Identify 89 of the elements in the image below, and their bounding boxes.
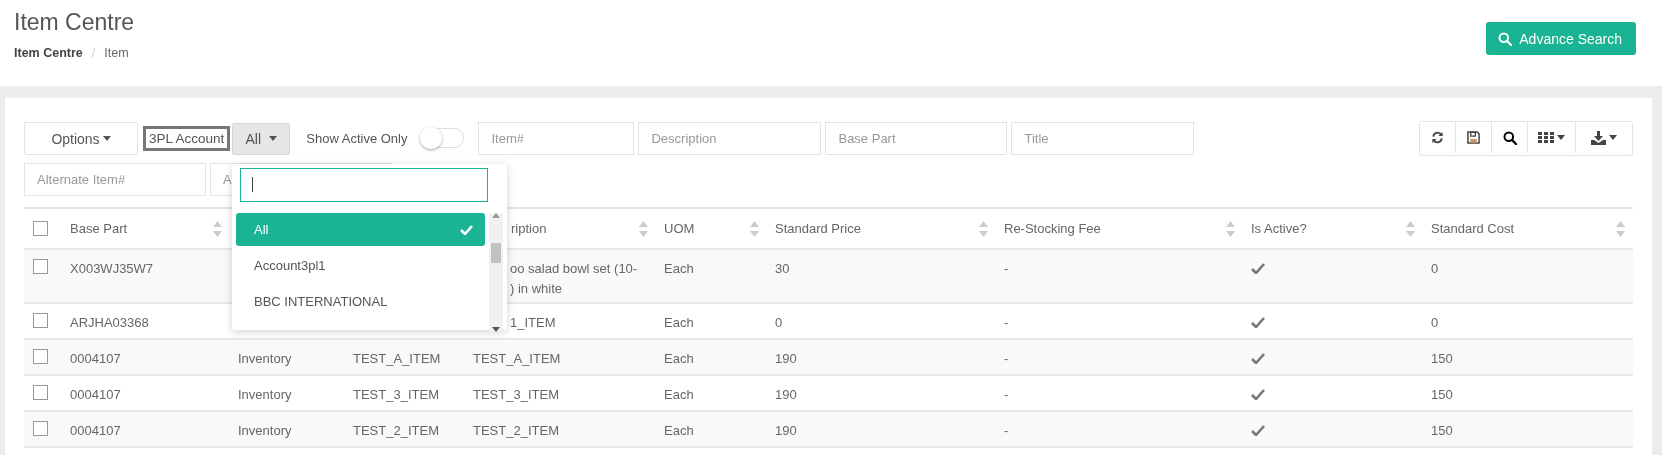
table-cell: - — [1004, 315, 1009, 330]
table-cell: 150 — [1431, 423, 1453, 438]
sort-icon[interactable] — [639, 220, 648, 237]
sort-icon[interactable] — [213, 220, 222, 237]
table-cell: oo salad bowl set (10- ) in white — [510, 261, 638, 296]
check-icon — [460, 224, 473, 235]
sort-icon[interactable] — [1406, 220, 1415, 237]
row-checkbox[interactable] — [33, 313, 48, 328]
export-button[interactable] — [1575, 122, 1632, 153]
table-cell: TEST_A_ITEM — [353, 351, 441, 366]
table-cell: 0 — [1431, 261, 1439, 276]
table-cell: Inventory — [238, 387, 292, 402]
filter-field[interactable]: Alternate Item# — [24, 163, 206, 196]
table-cell: 1_ITEM — [510, 315, 556, 330]
search-icon — [1498, 31, 1513, 46]
account-select[interactable]: All — [232, 122, 291, 155]
table-cell: Each — [664, 315, 694, 330]
sort-icon[interactable] — [1616, 220, 1625, 237]
toggle-label: Show Active Only — [306, 131, 408, 146]
select-all-checkbox[interactable] — [33, 221, 48, 236]
search-field[interactable] — [240, 168, 488, 202]
table-cell: 150 — [1431, 387, 1453, 402]
caret-icon — [1609, 135, 1617, 140]
scrollbar-thumb[interactable] — [491, 242, 501, 263]
search-icon — [1502, 130, 1517, 145]
scrollbar[interactable] — [489, 213, 503, 332]
table-cell: Each — [664, 423, 694, 438]
table-cell: - — [1004, 387, 1009, 402]
account-label: 3PL Account — [143, 126, 231, 151]
table-cell: - — [1004, 423, 1009, 438]
table-row[interactable]: 0004107 Inventory TEST_2_ITEM TEST_2_ITEM Each 190 - 150 — [24, 412, 1633, 448]
breadcrumb-link[interactable]: Item Centre — [14, 46, 83, 60]
column-header[interactable]: Base Part — [70, 221, 128, 236]
column-header[interactable]: Is Active? — [1251, 221, 1307, 236]
table-cell: X003WJ35W7 — [70, 261, 154, 276]
column-header[interactable]: Standard Cost — [1431, 221, 1515, 236]
table-cell: Inventory — [238, 351, 292, 366]
table-cell: TEST_3_ITEM — [353, 387, 439, 402]
filter-field[interactable]: Base Part — [825, 122, 1008, 155]
column-header[interactable]: Re-Stocking Fee — [1004, 221, 1101, 236]
table-row[interactable]: 0004107 Inventory TEST_A_ITEM TEST_A_ITEM Each 190 - 150 — [24, 340, 1633, 376]
filter-field[interactable]: Title — [1011, 122, 1195, 155]
refresh-icon — [1431, 131, 1444, 144]
download-icon — [1591, 130, 1606, 145]
table-cell: TEST_2_ITEM — [353, 423, 439, 438]
caret-icon — [269, 136, 278, 141]
table-cell: Inventory — [238, 423, 292, 438]
dropdown-option[interactable]: Account3pl1 — [236, 249, 485, 282]
table-cell: TEST_A_ITEM — [473, 351, 561, 366]
breadcrumb-current: Item — [104, 46, 129, 60]
table-cell: 190 — [775, 351, 797, 366]
breadcrumb-separator: / — [91, 46, 96, 60]
table-cell: 150 — [1431, 351, 1453, 366]
table-cell: - — [1004, 261, 1009, 276]
caret-icon — [102, 136, 111, 141]
table-cell: 0 — [1431, 315, 1439, 330]
table-cell: 190 — [775, 387, 797, 402]
row-checkbox[interactable] — [33, 385, 48, 400]
table-cell: 30 — [775, 261, 790, 276]
column-header[interactable]: UOM — [664, 221, 695, 236]
filter-field[interactable]: Item# — [478, 122, 635, 155]
table-cell: TEST_3_ITEM — [473, 387, 559, 402]
sort-icon[interactable] — [750, 220, 759, 237]
filter-field[interactable]: Description — [638, 122, 822, 155]
table-cell: Each — [664, 351, 694, 366]
table-cell: Each — [664, 387, 694, 402]
options-button[interactable]: Options — [24, 122, 138, 155]
table-cell: Each — [664, 261, 694, 276]
table-cell: 0 — [775, 315, 783, 330]
table-cell: ARJHA03368 — [70, 315, 149, 330]
row-checkbox[interactable] — [33, 421, 48, 436]
row-checkbox[interactable] — [33, 259, 48, 274]
row-checkbox[interactable] — [33, 349, 48, 364]
save-icon — [1467, 131, 1480, 144]
column-header[interactable]: ription — [511, 221, 547, 236]
table-cell: 0004107 — [70, 423, 121, 438]
table-cell: 190 — [775, 423, 797, 438]
table-cell: 0004107 — [70, 351, 121, 366]
sort-icon[interactable] — [1226, 220, 1235, 237]
table-cell: 0004107 — [70, 387, 121, 402]
scroll-up-icon[interactable] — [492, 213, 500, 218]
column-header[interactable]: Standard Price — [775, 221, 861, 236]
scroll-down-icon[interactable] — [492, 327, 500, 332]
page-title: Item Centre — [14, 9, 135, 36]
sort-icon[interactable] — [979, 220, 988, 237]
table-cell: TEST_2_ITEM — [473, 423, 559, 438]
caret-icon — [1557, 135, 1565, 140]
grid-icon — [1538, 132, 1554, 143]
table-cell: - — [1004, 351, 1009, 366]
